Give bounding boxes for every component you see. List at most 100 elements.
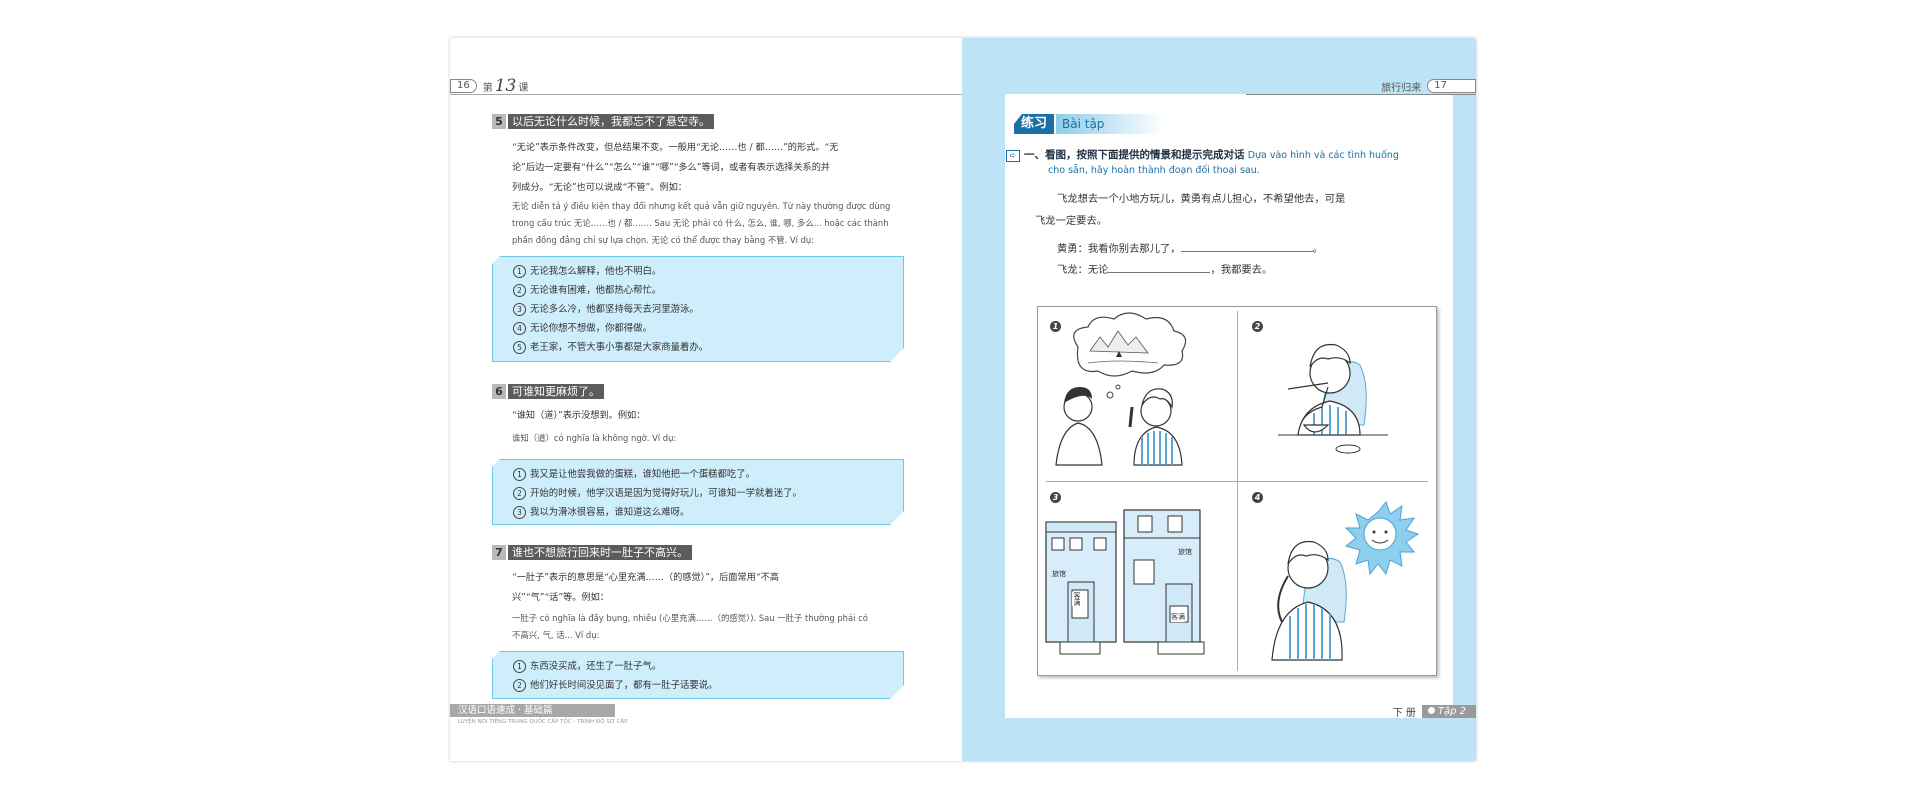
section-7-vietnamese-explanation: 一肚子 có nghĩa là đầy bụng, nhiều (心里充满……（… [512,610,904,644]
section-7-title: 7 谁也不想旅行回来时一肚子不高兴。 [492,544,692,560]
hotel-sign-right: 旅馆 [1178,548,1192,556]
example-line: 1 东西没买成，还生了一肚子气。 [513,658,661,673]
dot-icon [1427,707,1435,714]
picture-panel-1: 1 [1038,307,1237,481]
example-line: 4 无论你想不想做，你都得做。 [513,320,652,335]
panel-number: 1 [1050,321,1061,332]
section-6-chinese-explanation: “谁知（道）”表示没想到。例如： [512,406,902,426]
section-6-vietnamese-explanation: 谁知（道）có nghĩa là không ngờ. Ví dụ: [512,430,904,447]
section-number: 5 [492,113,506,129]
example-text: 老王家，不管大事小事都是大家商量着办。 [530,342,709,353]
example-line: 1 我又是让他尝我做的蛋糕，谁知他把一个蛋糕都吃了。 [513,466,755,481]
answer-blank-1[interactable] [1180,251,1313,252]
right-page-header: 旅行归来 17 [1246,78,1476,95]
text-line: 不高兴, 气, 话... Ví dụ: [512,630,600,640]
section-heading: 谁也不想旅行回来时一肚子不高兴。 [508,544,692,560]
example-text: 无论你想不想做，你都得做。 [530,323,652,334]
text-line: 无论 diễn tả ý điều kiện thay đổi nhưng kế… [512,201,891,211]
example-line: 3 我以为滑冰很容易，谁知道这么难呀。 [513,504,689,519]
section-6-title: 6 可谁知更麻烦了。 [492,383,604,399]
text-line: 论”后边一定要有“什么”“怎么”“谁”“哪”“多么”等词，或者有表示选择关系的并 [512,162,831,173]
hotel-sign-left: 旅馆 [1052,570,1066,578]
page-number-16: 16 [450,79,477,93]
scenario-line-1: 飞龙想去一个小地方玩儿，黄勇有点儿担心，不希望他去，可是 [1057,193,1346,205]
volume-label: 下 册 [1392,708,1416,719]
page-number-17: 17 [1427,79,1476,93]
example-text: 无论我怎么解释，他也不明白。 [530,266,662,277]
example-line: 2 开始的时候，他学汉语是因为觉得好玩儿，可谁知一学就着迷了。 [513,485,802,500]
section-5-chinese-explanation: “无论”表示条件改变，但总结果不变。一般用“无论……也 / 都……”的形式。“无… [512,138,902,198]
section-5-title: 5 以后无论什么时候，我都忘不了悬空寺。 [492,113,714,129]
section-5-examples-box: 1 无论我怎么解释，他也不明白。 2 无论谁有困难，他都热心帮忙。 3 无论多么冷，他… [492,256,904,362]
section-7-chinese-explanation: “一肚子”表示的意思是“心里充满……（的感觉）”，后面常用“不高 兴”“气”“话… [512,568,902,608]
full-sign-left: 客满 [1072,592,1082,606]
example-text: 东西没买成，还生了一肚子气。 [530,661,662,672]
example-line: 2 无论谁有困难，他都热心帮忙。 [513,282,661,297]
book-spread: 16 第 13 课 5 以后无论什么时候，我都忘不了悬空寺。 “无论”表示条件改… [450,38,1476,761]
example-line: 3 无论多么冷，他都坚持每天去河里游泳。 [513,301,699,316]
task-vietnamese-1: Dựa vào hình và các tình huống [1247,150,1399,161]
panel-number: 2 [1252,321,1263,332]
book-title-footer: 汉语口语速成 · 基础篇 [450,704,615,717]
task-instruction: ➪ 一、看图，按照下面提供的情景和提示完成对话 Dựa vào hình và … [1006,148,1442,178]
dialog-1-end: 。 [1312,243,1323,255]
example-line: 5 老王家，不管大事小事都是大家商量着办。 [513,339,708,354]
section-number: 6 [492,383,506,399]
scenario-line-2: 飞龙一定要去。 [1035,215,1108,227]
man-feeling-sick-illustration [1278,343,1388,454]
book-subtitle-footer: LUYỆN NÓI TIẾNG TRUNG QUỐC CẤP TỐC - TRÌ… [458,719,628,725]
picture-panel-4: 4 [1238,482,1436,674]
lesson-number: 13 [494,76,517,96]
text-line: 一肚子 có nghĩa là đầy bụng, nhiều (心里充满……（… [512,613,868,623]
text-line: 列成分。“无论”也可以说成“不管”。例如： [512,182,687,193]
volume-vietnamese: Tập 2 [1437,706,1466,717]
two-men-dreaming-illustration [1055,312,1187,466]
section-heading: 可谁知更麻烦了。 [508,383,604,399]
answer-blank-2[interactable] [1108,272,1211,273]
volume-pill: Tập 2 [1421,705,1476,718]
section-number: 7 [492,544,506,560]
exercise-badge-vi: Bài tập [1056,114,1165,134]
panel-number: 4 [1252,492,1263,503]
text-line: “一肚子”表示的意思是“心里充满……（的感觉）”，后面常用“不高 [512,572,779,583]
full-hotels-illustration [1045,509,1205,655]
header-rule [1246,94,1476,95]
picture-panel-2: 2 [1238,307,1436,481]
example-text: 我又是让他尝我做的蛋糕，谁知他把一个蛋糕都吃了。 [530,469,756,480]
dialog-2-end: ，我都要去。 [1210,264,1273,276]
chapter-title: 旅行归来 [1381,82,1422,94]
example-text: 我以为滑冰很容易，谁知道这么难呀。 [530,507,690,518]
left-page-header: 16 第 13 课 [450,76,962,96]
man-worried-under-sun-illustration [1271,500,1420,661]
text-line: trong cấu trúc 无论……也 / 都……. Sau 无论 phải … [512,218,889,228]
picture-panel-3: 3 旅馆 客满 旅馆 客满 [1038,482,1237,674]
dialog-2-speaker: 飞龙：无论 [1057,264,1109,276]
picture-grid: 1 2 3 旅馆 客满 旅馆 客满 4 [1037,306,1437,676]
text-line: “谁知（道）”表示没想到。例如： [512,410,646,421]
dialog-1-speaker: 黄勇：我看你别去那儿了， [1057,243,1181,255]
header-rule [450,94,962,95]
text-line: 谁知（道）có nghĩa là không ngờ. Ví dụ: [512,433,677,443]
text-line: “无论”表示条件改变，但总结果不变。一般用“无论……也 / 都……”的形式。“无 [512,142,839,153]
dialog-line-2: 飞龙：无论 ，我都要去。 [1057,261,1272,276]
exercise-badge-zh: 练习 [1014,114,1055,134]
task-number: 一、 [1024,149,1045,161]
example-line: 1 无论我怎么解释，他也不明白。 [513,263,661,278]
panel-number: 3 [1050,492,1061,503]
task-chinese: 看图，按照下面提供的情景和提示完成对话 [1045,149,1245,161]
right-page: 旅行归来 17 练习 Bài tập ➪ 一、看图，按照下面提供的情景和提示完成… [962,38,1476,761]
exercise-heading: 练习 Bài tập [1014,114,1165,134]
task-vietnamese-2: cho sẵn, hãy hoàn thành đoạn đối thoại s… [1048,165,1260,176]
left-page: 16 第 13 课 5 以后无论什么时候，我都忘不了悬空寺。 “无论”表示条件改… [450,38,963,761]
full-sign-right: 客满 [1171,612,1185,622]
example-text: 无论谁有困难，他都热心帮忙。 [530,285,662,296]
section-5-vietnamese-explanation: 无论 diễn tả ý điều kiện thay đổi nhưng kế… [512,198,904,249]
example-text: 无论多么冷，他都坚持每天去河里游泳。 [530,304,699,315]
text-line: phần đồng đẳng chỉ sự lựa chọn. 无论 có th… [512,235,815,245]
arrow-icon: ➪ [1006,150,1020,162]
example-line: 2 他们好长时间没见面了，都有一肚子话要说。 [513,677,718,692]
text-line: 兴”“气”“话”等。例如： [512,592,609,603]
example-text: 开始的时候，他学汉语是因为觉得好玩儿，可谁知一学就着迷了。 [530,488,802,499]
section-heading: 以后无论什么时候，我都忘不了悬空寺。 [508,113,714,129]
section-7-examples-box: 1 东西没买成，还生了一肚子气。 2 他们好长时间没见面了，都有一肚子话要说。 [492,651,904,699]
